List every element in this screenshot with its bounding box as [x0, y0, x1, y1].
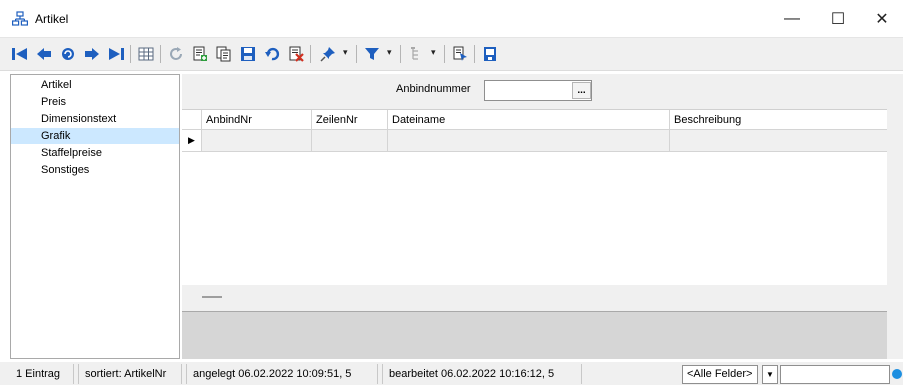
status-bar: 1 Eintrag sortiert: ArtikelNr angelegt 0… — [0, 362, 903, 385]
cell-zeilennr[interactable] — [312, 130, 388, 151]
filter-icon[interactable] — [362, 44, 382, 64]
reload-icon[interactable] — [166, 44, 186, 64]
minimize-icon: — — [784, 10, 800, 27]
toolbar-separator — [310, 45, 311, 63]
last-record-icon[interactable] — [106, 44, 126, 64]
tree-dropdown-icon[interactable]: ▾ — [431, 47, 436, 58]
save-icon[interactable] — [238, 44, 258, 64]
copy-record-icon[interactable] — [214, 44, 234, 64]
toolbar-separator — [130, 45, 131, 63]
sidebar-item-preis[interactable]: Preis — [11, 94, 179, 110]
next-record-icon[interactable] — [82, 44, 102, 64]
title-bar: Artikel — ☐ ✕ — [0, 0, 903, 38]
sidebar-nav: Artikel Preis Dimensionstext Grafik Staf… — [10, 74, 180, 359]
table-row[interactable]: ▶ — [182, 130, 887, 152]
pin-icon[interactable] — [318, 44, 338, 64]
tree-icon[interactable] — [407, 44, 427, 64]
column-header-dateiname[interactable]: Dateiname — [388, 110, 670, 130]
undo-icon[interactable] — [262, 44, 282, 64]
grid-header: AnbindNr ZeilenNr Dateiname Beschreibung — [182, 110, 887, 130]
prev-record-icon[interactable] — [34, 44, 54, 64]
toolbar-separator — [474, 45, 475, 63]
status-search-input[interactable] — [780, 365, 890, 384]
toolbar: ▾ ▾ ▾ — [0, 38, 903, 71]
vertical-scrollbar[interactable] — [887, 74, 903, 359]
first-record-icon[interactable] — [10, 44, 30, 64]
delete-icon[interactable] — [286, 44, 306, 64]
cell-beschreibung[interactable] — [670, 130, 887, 151]
close-button[interactable]: ✕ — [859, 0, 903, 38]
data-grid: AnbindNr ZeilenNr Dateiname Beschreibung… — [182, 109, 887, 285]
created-status: angelegt 06.02.2022 10:09:51, 5 — [186, 364, 378, 384]
maximize-icon: ☐ — [830, 11, 846, 28]
column-header-beschreibung[interactable]: Beschreibung — [670, 110, 887, 130]
table-view-icon[interactable] — [136, 44, 156, 64]
close-icon: ✕ — [875, 11, 889, 28]
anbind-label: Anbindnummer — [396, 83, 471, 95]
sidebar-item-grafik[interactable]: Grafik — [11, 128, 179, 144]
sidebar-item-sonstiges[interactable]: Sonstiges — [11, 162, 179, 178]
main-panel: Anbindnummer ... AnbindNr ZeilenNr Datei… — [182, 74, 887, 359]
filter-dropdown-icon[interactable]: ▾ — [387, 47, 392, 58]
sidebar-item-artikel[interactable]: Artikel — [11, 77, 179, 93]
pin-dropdown-icon[interactable]: ▾ — [343, 47, 348, 58]
toolbar-separator — [160, 45, 161, 63]
maximize-button[interactable]: ☐ — [815, 0, 861, 38]
image-preview-panel — [182, 311, 887, 359]
cell-anbindnr[interactable] — [202, 130, 312, 151]
toolbar-separator — [356, 45, 357, 63]
chevron-down-icon[interactable]: ▼ — [762, 365, 778, 384]
toolbar-separator — [400, 45, 401, 63]
sidebar-item-staffelpreise[interactable]: Staffelpreise — [11, 145, 179, 161]
app-hierarchy-icon — [12, 11, 28, 27]
splitter-handle[interactable] — [202, 296, 222, 298]
window-title: Artikel — [35, 12, 69, 26]
export-icon[interactable] — [450, 44, 470, 64]
minimize-button[interactable]: — — [769, 0, 815, 38]
row-indicator-header — [182, 110, 202, 130]
refresh-link-icon[interactable] — [58, 44, 78, 64]
exit-icon[interactable] — [480, 44, 500, 64]
record-count: 1 Eintrag — [10, 364, 74, 384]
sidebar-item-dimensionstext[interactable]: Dimensionstext — [11, 111, 179, 127]
edited-status: bearbeitet 06.02.2022 10:16:12, 5 — [382, 364, 582, 384]
column-header-zeilennr[interactable]: ZeilenNr — [312, 110, 388, 130]
new-record-icon[interactable] — [190, 44, 210, 64]
toolbar-separator — [444, 45, 445, 63]
cell-dateiname[interactable] — [388, 130, 670, 151]
field-filter-select[interactable]: <Alle Felder> — [682, 365, 758, 384]
sort-status: sortiert: ArtikelNr — [78, 364, 182, 384]
search-icon[interactable] — [892, 369, 902, 379]
anbind-lookup-button[interactable]: ... — [572, 82, 591, 99]
row-pointer-icon: ▶ — [182, 130, 202, 151]
column-header-anbindnr[interactable]: AnbindNr — [202, 110, 312, 130]
anbind-input[interactable]: ... — [484, 80, 592, 101]
